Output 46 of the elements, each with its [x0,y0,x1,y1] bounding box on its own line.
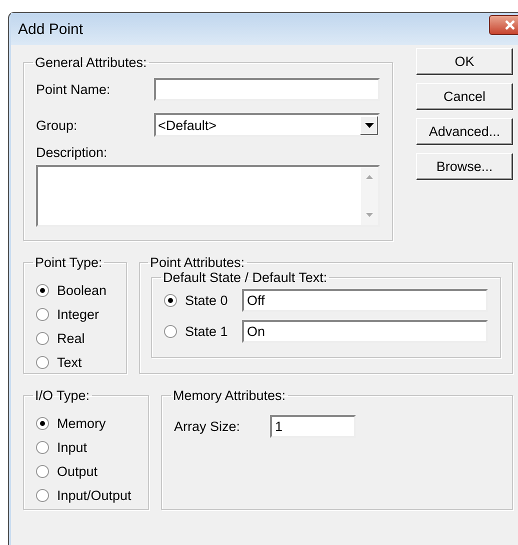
input-field[interactable]: Off [242,289,488,312]
radio-button[interactable]: State 0 [164,290,228,310]
field-label: Array Size: [174,419,242,434]
radio-button[interactable]: State 1 [164,322,228,342]
dialog-button[interactable]: OK [416,48,513,75]
group-title: Default State / Default Text: [162,270,328,285]
radio-button[interactable]: Integer [36,304,116,324]
scrollbar[interactable] [361,167,378,225]
field-label: Group: [36,118,78,132]
group-title: Memory Attributes: [172,388,287,403]
dialog-button[interactable]: Browse... [416,153,513,180]
radio-icon[interactable] [36,440,49,454]
radio-icon[interactable] [164,294,177,307]
radio-icon[interactable] [36,356,49,368]
text-area[interactable] [36,165,380,227]
dialog-button[interactable]: Advanced... [416,118,513,145]
radio-button[interactable]: Input/Output [36,485,138,505]
close-icon [505,20,515,30]
radio-button[interactable]: Output [36,461,138,481]
caret-icon [364,122,374,128]
scroll-up-icon[interactable] [366,175,373,179]
radio-button[interactable]: Boolean [36,280,116,300]
field-label: Description: [36,145,108,160]
group-title: General Attributes: [34,55,148,70]
radio-button[interactable]: Real [36,328,116,348]
dialog-button[interactable]: Cancel [416,83,513,110]
radio-icon[interactable] [36,284,49,296]
window-title: Add Point [18,20,84,38]
scroll-down-icon[interactable] [366,213,373,217]
input-field[interactable] [154,78,380,101]
radio-button[interactable]: Text [36,352,116,372]
group-title: I/O Type: [34,388,91,403]
group-title: Point Type: [34,255,104,270]
radio-icon[interactable] [36,308,49,320]
input-field[interactable]: 1 [270,415,356,438]
radio-icon[interactable] [164,325,177,338]
radio-icon[interactable] [36,488,49,502]
radio-icon[interactable] [36,332,49,344]
input-field[interactable]: On [242,320,488,343]
radio-icon[interactable] [36,416,49,430]
radio-icon[interactable] [36,464,49,478]
group-title: Point Attributes: [149,255,246,270]
radio-button[interactable]: Memory [36,413,138,433]
field-label: Point Name: [36,82,112,97]
radio-button[interactable]: Input [36,437,138,457]
dropdown[interactable]: <Default> [154,113,380,137]
